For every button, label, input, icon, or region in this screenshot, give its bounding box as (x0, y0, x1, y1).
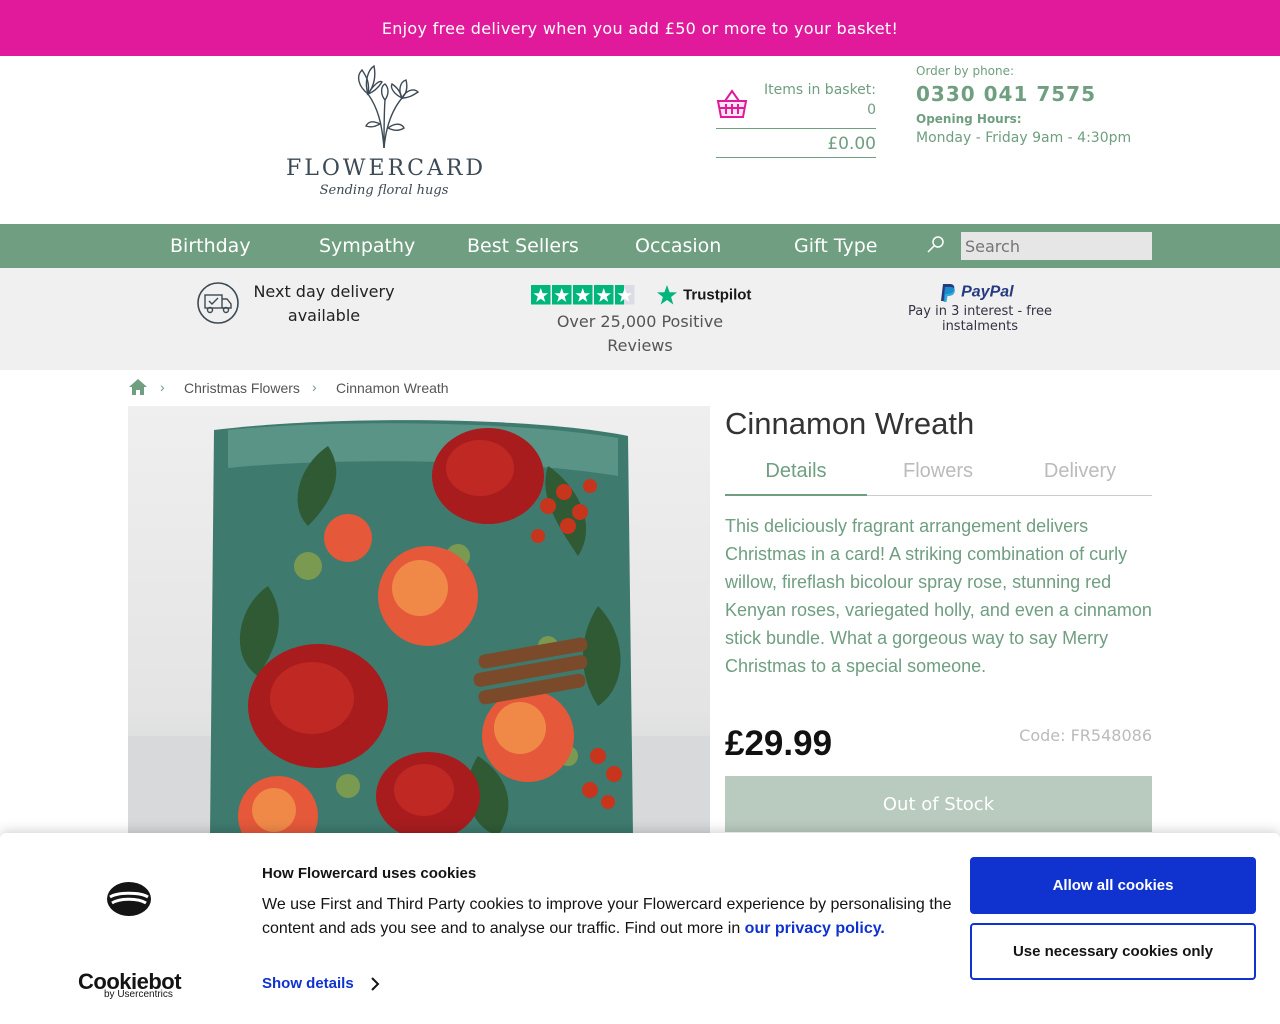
nav-item-birthday[interactable]: Birthday (170, 224, 251, 268)
opening-hours-label: Opening Hours: (916, 112, 1022, 126)
allow-all-cookies-button[interactable]: Allow all cookies (970, 857, 1256, 914)
promo-banner: Enjoy free delivery when you add £50 or … (0, 0, 1280, 56)
product-details: Cinnamon Wreath Details Flowers Delivery… (725, 406, 1152, 832)
paypal-instalments-text: Pay in 3 interest - free instalments (908, 304, 1052, 334)
paypal-brand: PayPal (961, 283, 1014, 301)
breadcrumb-chevron-icon: › (312, 379, 317, 395)
basket-items-count: 0 (867, 102, 876, 118)
trustpilot-stars-icon (531, 285, 635, 305)
next-day-delivery-text: Next day delivery available (253, 282, 395, 325)
active-tab-indicator (725, 494, 867, 496)
flower-logo-icon (357, 64, 420, 149)
nav-item-gift-type[interactable]: Gift Type (794, 224, 878, 268)
basket-divider (716, 128, 876, 129)
product-title: Cinnamon Wreath (725, 406, 975, 441)
basket-divider (716, 157, 876, 158)
delivery-truck-icon (197, 282, 239, 324)
trustpilot-brand: Trustpilot (683, 286, 752, 304)
search-input[interactable] (961, 232, 1152, 260)
nav-item-best-sellers[interactable]: Best Sellers (467, 224, 579, 268)
basket-summary[interactable]: Items in basket: 0 £0.00 (716, 80, 876, 158)
tab-flowers[interactable]: Flowers (867, 460, 1009, 483)
trustpilot-star-icon (657, 285, 677, 305)
paypal-logo: PayPal (940, 282, 1014, 303)
breadcrumb-christmas-flowers[interactable]: Christmas Flowers (184, 380, 300, 396)
paypal-icon (941, 283, 955, 302)
show-details-link[interactable]: Show details (262, 975, 354, 992)
main-nav: Birthday Sympathy Best Sellers Occasion … (0, 224, 1280, 268)
cookie-banner: Cookiebot by Usercentrics How Flowercard… (0, 833, 1280, 1024)
chevron-right-icon[interactable] (370, 977, 380, 991)
cookie-text: We use First and Third Party cookies to … (262, 893, 952, 941)
product-price: £29.99 (725, 724, 833, 763)
necessary-cookies-button[interactable]: Use necessary cookies only (970, 923, 1256, 980)
breadcrumb-chevron-icon: › (160, 379, 165, 395)
breadcrumb-current: Cinnamon Wreath (336, 380, 449, 396)
promo-text: Enjoy free delivery when you add £50 or … (381, 18, 899, 38)
trustpilot-logo[interactable]: Trustpilot (656, 284, 751, 306)
reviews-text: Over 25,000 Positive Reviews (556, 312, 724, 355)
search-icon[interactable] (926, 234, 946, 254)
tab-delivery[interactable]: Delivery (1009, 460, 1151, 483)
nav-item-occasion[interactable]: Occasion (635, 224, 721, 268)
phone-number[interactable]: 0330 041 7575 (916, 82, 1156, 106)
phone-label: Order by phone: (916, 64, 1015, 78)
product-tabs: Details Flowers Delivery (725, 456, 1152, 496)
basket-items-label: Items in basket: (763, 82, 876, 98)
cinnamon-wreath-photo (128, 406, 710, 836)
product-description: This deliciously fragrant arrangement de… (725, 516, 1152, 676)
product-image[interactable] (128, 406, 710, 836)
opening-hours: Monday - Friday 9am - 4:30pm (916, 130, 1132, 146)
contact-info: Order by phone: 0330 041 7575 Opening Ho… (916, 64, 1156, 146)
home-icon[interactable] (128, 378, 148, 396)
cookiebot-logo-icon (107, 882, 151, 916)
usp-bar: Next day delivery available Trustpilot O… (0, 268, 1280, 370)
basket-total: £0.00 (827, 134, 876, 154)
nav-item-sympathy[interactable]: Sympathy (319, 224, 415, 268)
brand-tagline: Sending floral hugs (319, 183, 449, 198)
privacy-policy-link[interactable]: our privacy policy. (745, 920, 885, 937)
site-header: FLOWERCARD Sending floral hugs Items in … (0, 56, 1280, 224)
brand-name: FLOWERCARD (286, 156, 487, 181)
cookiebot-sub: by Usercentrics (104, 989, 173, 1000)
basket-icon (716, 89, 748, 118)
out-of-stock-button[interactable]: Out of Stock (725, 776, 1152, 832)
product-code: Code: FR548086 (1019, 726, 1152, 745)
cookie-title: How Flowercard uses cookies (262, 865, 477, 882)
tab-details[interactable]: Details (725, 460, 867, 483)
site-logo[interactable]: FLOWERCARD Sending floral hugs (286, 64, 487, 214)
